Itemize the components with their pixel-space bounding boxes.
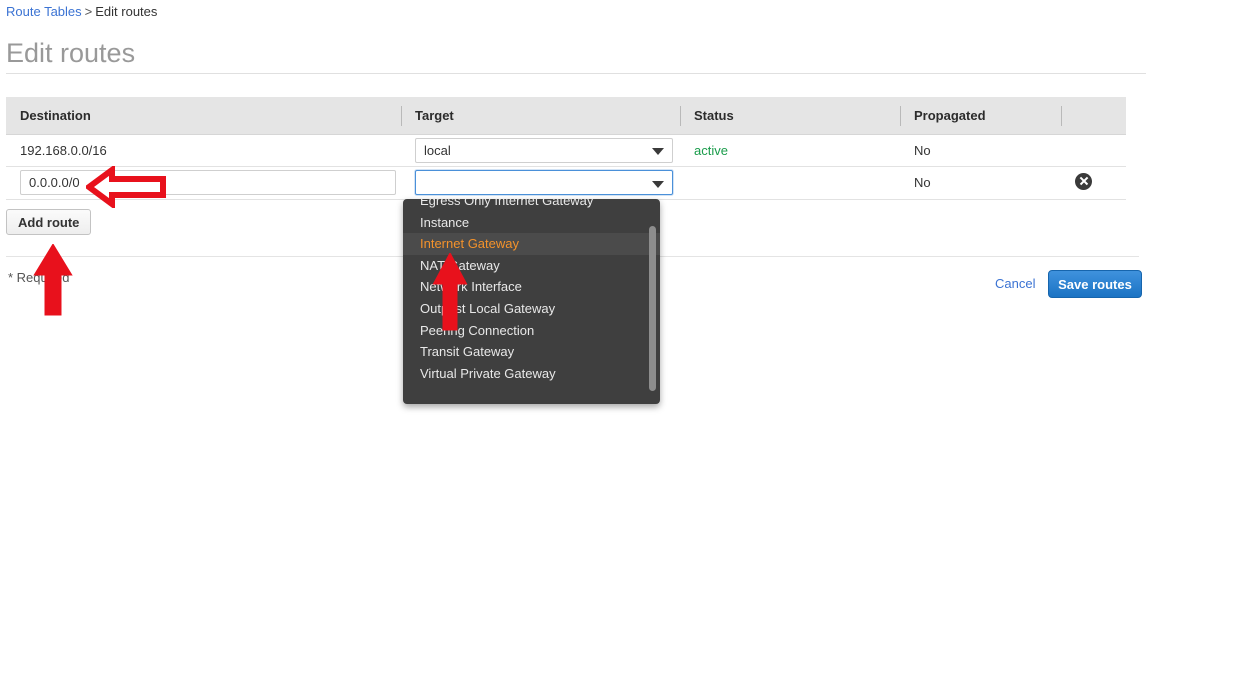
- table-row: 192.168.0.0/16 local active No: [6, 134, 1126, 167]
- target-select-new[interactable]: [415, 170, 673, 195]
- dropdown-scrollbar-thumb[interactable]: [649, 226, 656, 391]
- status-badge: active: [694, 142, 728, 158]
- dropdown-option-transit-gateway[interactable]: Transit Gateway: [403, 341, 660, 363]
- cell-actions: [1061, 134, 1126, 167]
- dropdown-options-list: Egress Only Internet Gateway Instance In…: [403, 199, 660, 384]
- table-header-row: Destination Target Status Propagated: [6, 97, 1126, 135]
- dropdown-option-network-interface[interactable]: Network Interface: [403, 276, 660, 298]
- save-routes-button[interactable]: Save routes: [1048, 270, 1142, 298]
- column-header-destination: Destination: [6, 97, 401, 135]
- page-title: Edit routes: [6, 38, 136, 68]
- chevron-down-icon: [652, 148, 664, 155]
- chevron-down-icon: [652, 180, 664, 188]
- propagated-value: No: [914, 142, 931, 158]
- dropdown-option-peering-connection[interactable]: Peering Connection: [403, 320, 660, 342]
- destination-value: 192.168.0.0/16: [20, 142, 107, 158]
- breadcrumb-separator: >: [84, 4, 93, 19]
- dropdown-option-instance[interactable]: Instance: [403, 212, 660, 234]
- dropdown-option-outpost-local-gateway[interactable]: Outpost Local Gateway: [403, 298, 660, 320]
- dropdown-option-internet-gateway[interactable]: Internet Gateway: [403, 233, 660, 255]
- cell-status: [680, 166, 900, 200]
- cell-status: active: [680, 134, 900, 167]
- target-select-value: local: [424, 142, 451, 158]
- title-divider: [6, 73, 1146, 74]
- column-header-propagated: Propagated: [900, 97, 1061, 135]
- cell-target: [401, 166, 680, 200]
- breadcrumb-current: Edit routes: [95, 4, 158, 19]
- add-route-button[interactable]: Add route: [6, 209, 92, 235]
- dropdown-option-egress-only-internet-gateway[interactable]: Egress Only Internet Gateway: [403, 199, 660, 212]
- routes-table-header: Destination Target Status Propagated: [6, 97, 1126, 135]
- cell-target: local: [401, 134, 680, 167]
- dropdown-option-virtual-private-gateway[interactable]: Virtual Private Gateway: [403, 363, 660, 385]
- cell-propagated: No: [900, 134, 1061, 167]
- cell-destination: [6, 166, 401, 200]
- column-header-actions: [1061, 97, 1126, 135]
- breadcrumb: Route Tables > Edit routes: [6, 4, 157, 19]
- destination-input[interactable]: [20, 170, 396, 195]
- cell-destination: 192.168.0.0/16: [6, 134, 401, 167]
- routes-table: Destination Target Status Propagated 192…: [6, 97, 1126, 200]
- target-dropdown-menu[interactable]: Egress Only Internet Gateway Instance In…: [403, 199, 660, 404]
- cell-actions: [1061, 166, 1126, 200]
- dropdown-option-nat-gateway[interactable]: NAT Gateway: [403, 255, 660, 277]
- table-row: No: [6, 166, 1126, 200]
- routes-table-body: 192.168.0.0/16 local active No 0.0.0.0/0…: [6, 134, 1126, 200]
- cell-propagated: No: [900, 166, 1061, 200]
- target-select-local[interactable]: local: [415, 137, 673, 163]
- required-note: * Required: [8, 270, 70, 285]
- remove-route-icon[interactable]: [1075, 172, 1092, 190]
- edit-routes-page: Route Tables > Edit routes Edit routes Des…: [0, 0, 1253, 695]
- column-header-target: Target: [401, 97, 680, 135]
- column-header-status: Status: [680, 97, 900, 135]
- propagated-value: No: [914, 175, 931, 190]
- cancel-button[interactable]: Cancel: [995, 276, 1035, 291]
- breadcrumb-link-route-tables[interactable]: Route Tables: [6, 4, 82, 19]
